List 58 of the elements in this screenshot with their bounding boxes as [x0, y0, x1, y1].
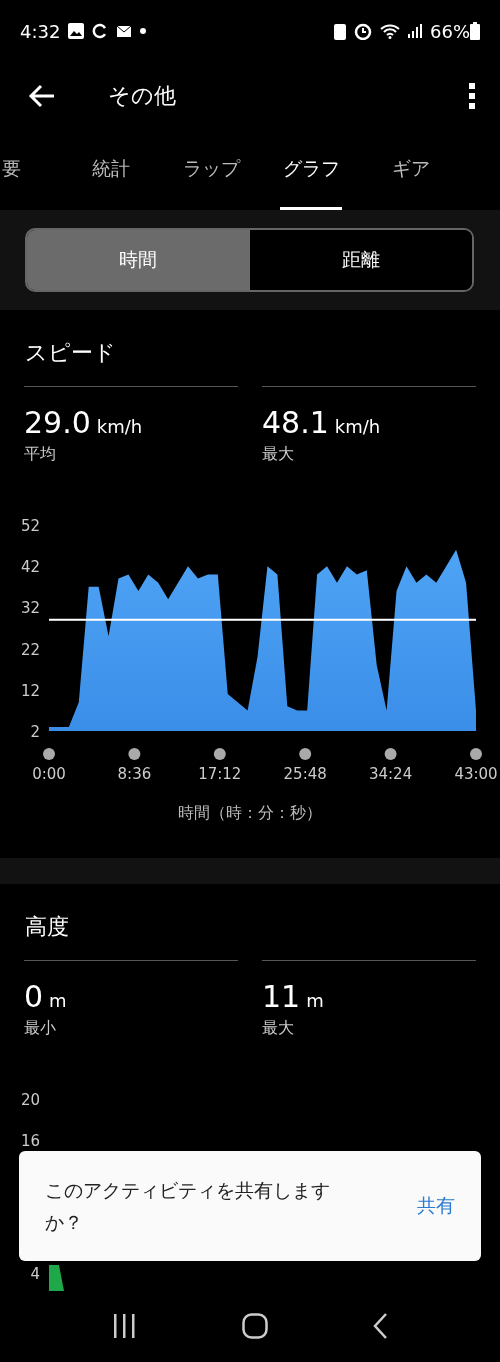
stat-label: 最大 — [262, 444, 295, 465]
x-axis-label: 8:36 — [117, 765, 152, 783]
battery-icon — [470, 22, 480, 40]
tab[interactable]: ギア — [380, 130, 442, 210]
clock: 4:32 — [20, 20, 61, 42]
share-button[interactable]: 共有 — [417, 1193, 455, 1219]
x-axis-label: 17:12 — [198, 765, 242, 783]
tab[interactable]: 要 — [0, 130, 22, 210]
battery-saver-icon — [334, 22, 346, 40]
y-axis-label: 16 — [20, 1132, 40, 1150]
stat-value: 0 m — [24, 979, 68, 1014]
section-title: スピード — [24, 339, 117, 367]
x-axis-label: 34:24 — [369, 765, 413, 783]
stat-label: 最大 — [262, 1018, 295, 1039]
time-marker — [213, 748, 226, 760]
stat-label: 最小 — [24, 1018, 57, 1039]
y-axis-label: 2 — [30, 723, 40, 741]
y-axis-label: 22 — [20, 640, 40, 659]
segment-button[interactable]: 時間 — [27, 230, 250, 290]
battery-percent: 66% — [430, 20, 470, 42]
time-marker — [128, 748, 141, 760]
alarm-icon — [354, 22, 372, 40]
image-icon — [68, 23, 85, 39]
y-axis-label: 12 — [20, 681, 40, 700]
sync-icon — [92, 23, 109, 39]
stat-value: 29.0 km/h — [24, 405, 144, 440]
screen-title: その他 — [108, 82, 177, 110]
time-marker — [299, 748, 312, 760]
snackbar-message: このアクティビティを共有しますか？ — [45, 1178, 331, 1235]
tab[interactable]: ラップ — [180, 130, 242, 210]
dot-icon — [140, 28, 147, 34]
x-axis-label: 25:48 — [283, 765, 327, 783]
time-marker — [384, 748, 397, 760]
stat-value: 11 m — [262, 979, 325, 1014]
signal-icon — [408, 24, 422, 38]
tab[interactable]: 統計 — [80, 130, 142, 210]
section-title: 高度 — [24, 913, 70, 941]
segment-button[interactable]: 距離 — [249, 230, 472, 290]
y-axis-label: 42 — [20, 558, 40, 577]
y-axis-label: 20 — [20, 1091, 40, 1109]
x-axis-label: 0:00 — [32, 765, 66, 783]
mail-icon — [116, 24, 133, 38]
back-icon[interactable] — [372, 1312, 388, 1340]
y-axis-label: 4 — [30, 1265, 40, 1283]
time-marker — [470, 748, 482, 760]
x-axis-title: 時間（時：分：秒） — [177, 803, 323, 824]
back-arrow-icon[interactable] — [28, 84, 56, 108]
stat-label: 平均 — [24, 444, 57, 465]
stat-value: 48.1 km/h — [262, 405, 382, 440]
y-axis-label: 32 — [20, 599, 40, 618]
x-axis-label: 43:00 — [454, 765, 498, 783]
y-axis-label: 52 — [20, 517, 40, 535]
recent-apps-icon[interactable] — [112, 1314, 138, 1338]
time-marker — [43, 748, 55, 760]
altitude-area — [49, 1265, 64, 1291]
home-icon[interactable] — [242, 1313, 268, 1339]
wifi-icon — [380, 23, 400, 39]
more-menu-icon[interactable] — [468, 83, 476, 109]
